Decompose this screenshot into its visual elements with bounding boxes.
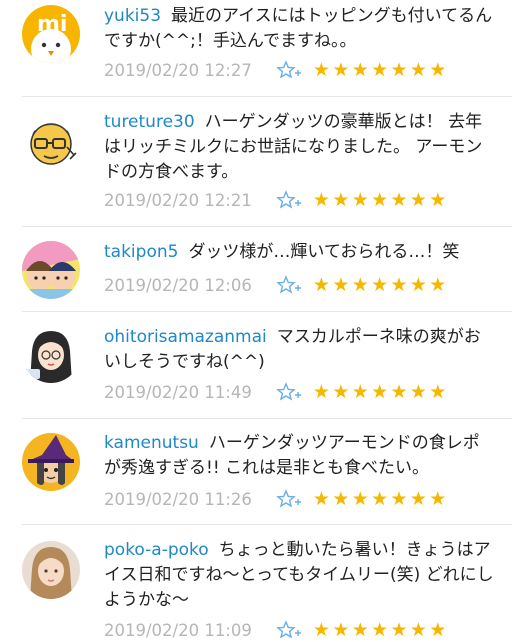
star-icon: ★ xyxy=(371,189,389,211)
star-icon: ★ xyxy=(390,189,409,211)
add-star-icon[interactable] xyxy=(276,60,302,80)
star-icon: ★ xyxy=(332,619,350,641)
star-rating: ★ ★ ★ ★ ★ ★ ★ xyxy=(312,618,448,642)
timestamp: 2019/02/20 12:06 xyxy=(104,275,252,295)
divider xyxy=(22,226,512,227)
comment-text: 最近のアイスにはトッピングも付いてるんですか(^^;！手込んでますね。。 xyxy=(104,6,493,51)
comment-meta: 2019/02/20 12:06 ★ ★ ★ ★ ★ ★ ★ xyxy=(104,273,446,297)
star-icon: ★ xyxy=(371,59,389,81)
star-icon: ★ xyxy=(332,381,350,403)
mi-chick-icon: mi xyxy=(22,5,80,63)
star-icon: ★ xyxy=(429,274,447,296)
timestamp: 2019/02/20 11:26 xyxy=(104,489,252,509)
comment-meta: 2019/02/20 12:21 ★ ★ ★ ★ ★ ★ ★ xyxy=(104,188,446,212)
add-star-icon[interactable] xyxy=(276,190,302,210)
star-icon: ★ xyxy=(332,274,350,296)
star-icon: ★ xyxy=(409,274,428,296)
star-icon: ★ xyxy=(312,274,331,296)
timestamp: 2019/02/20 12:27 xyxy=(104,60,252,80)
star-icon: ★ xyxy=(390,274,409,296)
star-icon: ★ xyxy=(312,381,331,403)
star-icon: ★ xyxy=(371,274,389,296)
add-star-icon[interactable] xyxy=(276,489,302,509)
comment-list: mi yuki53 最近のアイスにはトッピングも付いてるんですか(^^;！手込んで… xyxy=(0,0,512,642)
comment-meta: 2019/02/20 11:49 ★ ★ ★ ★ ★ ★ ★ xyxy=(104,380,446,404)
divider xyxy=(22,418,512,419)
avatar[interactable] xyxy=(22,541,80,599)
witch-hat-icon xyxy=(22,433,80,491)
username-link[interactable]: ohitorisamazanmai xyxy=(104,327,267,347)
avatar[interactable] xyxy=(22,433,80,491)
star-icon: ★ xyxy=(351,274,370,296)
star-rating: ★ ★ ★ ★ ★ ★ ★ xyxy=(312,188,448,212)
username-link[interactable]: takipon5 xyxy=(104,242,178,262)
avatar[interactable] xyxy=(22,325,80,383)
star-icon: ★ xyxy=(371,488,389,510)
star-icon: ★ xyxy=(351,488,370,510)
star-rating: ★ ★ ★ ★ ★ ★ ★ xyxy=(312,273,448,297)
star-icon: ★ xyxy=(429,59,447,81)
star-icon: ★ xyxy=(429,189,447,211)
timestamp: 2019/02/20 11:49 xyxy=(104,382,252,402)
avatar[interactable] xyxy=(22,113,80,171)
divider xyxy=(22,311,512,312)
star-icon: ★ xyxy=(429,488,447,510)
comment-text-block: yuki53 最近のアイスにはトッピングも付いてるんですか(^^;！手込んでますね… xyxy=(104,4,496,54)
star-icon: ★ xyxy=(371,381,389,403)
star-icon: ★ xyxy=(351,59,370,81)
add-star-icon[interactable] xyxy=(276,382,302,402)
divider xyxy=(22,524,512,525)
username-link[interactable]: tureture30 xyxy=(104,112,195,132)
star-icon: ★ xyxy=(351,189,370,211)
star-icon: ★ xyxy=(351,619,370,641)
timestamp: 2019/02/20 11:09 xyxy=(104,620,252,640)
star-icon: ★ xyxy=(390,488,409,510)
comment-meta: 2019/02/20 11:26 ★ ★ ★ ★ ★ ★ ★ xyxy=(104,487,446,511)
svg-text:mi: mi xyxy=(37,12,67,37)
comment-meta: 2019/02/20 11:09 ★ ★ ★ ★ ★ ★ ★ xyxy=(104,618,446,642)
avatar[interactable] xyxy=(22,241,80,299)
add-star-icon[interactable] xyxy=(276,275,302,295)
comment-text: ダッツ様が…輝いておられる…！笑 xyxy=(188,242,460,262)
star-icon: ★ xyxy=(409,488,428,510)
star-icon: ★ xyxy=(332,488,350,510)
star-icon: ★ xyxy=(312,488,331,510)
long-hair-girl-icon xyxy=(22,325,80,383)
comment-text-block: kamenutsu ハーゲンダッツアーモンドの食レポが秀逸すぎる!! これは是非と… xyxy=(104,431,496,481)
comment-text-block: takipon5 ダッツ様が…輝いておられる…！笑 xyxy=(104,240,496,265)
star-icon: ★ xyxy=(371,619,389,641)
comment-text-block: ohitorisamazanmai マスカルポーネ味の爽がおいしそうですね(^^) xyxy=(104,325,496,375)
username-link[interactable]: poko-a-poko xyxy=(104,540,209,560)
two-characters-icon xyxy=(22,241,80,299)
avatar[interactable]: mi xyxy=(22,5,80,63)
star-icon: ★ xyxy=(312,59,331,81)
star-icon: ★ xyxy=(409,381,428,403)
star-rating: ★ ★ ★ ★ ★ ★ ★ xyxy=(312,58,448,82)
star-icon: ★ xyxy=(409,619,428,641)
star-icon: ★ xyxy=(332,189,350,211)
add-star-icon[interactable] xyxy=(276,620,302,640)
username-link[interactable]: yuki53 xyxy=(104,6,161,26)
star-icon: ★ xyxy=(390,619,409,641)
star-icon: ★ xyxy=(390,381,409,403)
star-icon: ★ xyxy=(312,189,331,211)
star-icon: ★ xyxy=(409,59,428,81)
glasses-man-icon xyxy=(22,113,80,171)
comment-text-block: tureture30 ハーゲンダッツの豪華版とは！ 去年はリッチミルクにお世話にな… xyxy=(104,110,496,185)
star-icon: ★ xyxy=(409,189,428,211)
star-icon: ★ xyxy=(429,619,447,641)
star-icon: ★ xyxy=(332,59,350,81)
username-link[interactable]: kamenutsu xyxy=(104,433,199,453)
divider xyxy=(22,96,512,97)
star-rating: ★ ★ ★ ★ ★ ★ ★ xyxy=(312,487,448,511)
timestamp: 2019/02/20 12:21 xyxy=(104,190,252,210)
star-icon: ★ xyxy=(351,381,370,403)
comment-meta: 2019/02/20 12:27 ★ ★ ★ ★ ★ ★ ★ xyxy=(104,58,446,82)
star-icon: ★ xyxy=(390,59,409,81)
star-icon: ★ xyxy=(312,619,331,641)
woman-photo-icon xyxy=(22,541,80,599)
star-rating: ★ ★ ★ ★ ★ ★ ★ xyxy=(312,380,448,404)
comment-text-block: poko-a-poko ちょっと動いたら暑い！きょうはアイス日和ですね～とってもタ… xyxy=(104,538,496,613)
star-icon: ★ xyxy=(429,381,447,403)
